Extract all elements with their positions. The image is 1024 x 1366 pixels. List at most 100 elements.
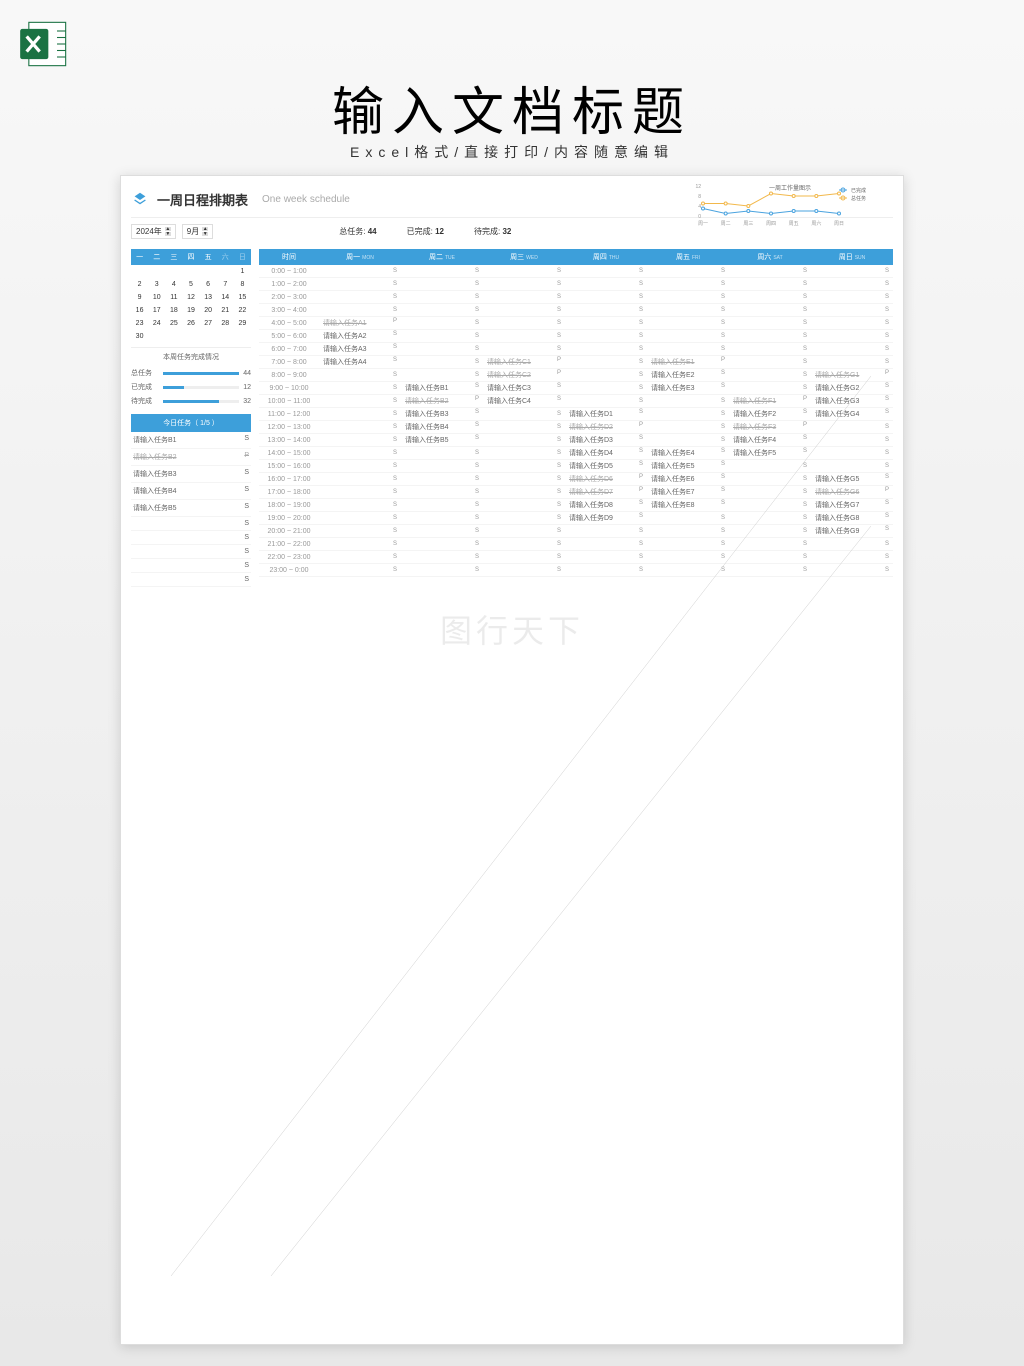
schedule-cell[interactable]: S	[729, 489, 811, 495]
schedule-cell[interactable]: S	[483, 294, 565, 300]
calendar-cell[interactable]: 21	[217, 304, 234, 317]
schedule-cell[interactable]: S	[401, 515, 483, 521]
schedule-cell[interactable]: 请输入任务A2S	[319, 331, 401, 341]
schedule-cell[interactable]: S	[319, 398, 401, 404]
calendar-cell[interactable]: 14	[217, 291, 234, 304]
schedule-cell[interactable]: S	[565, 294, 647, 300]
today-task-row[interactable]: 请输入任务B4S	[131, 483, 251, 500]
spinner-down-icon[interactable]: ▼	[202, 232, 208, 236]
schedule-cell[interactable]: 请输入任务A4S	[319, 357, 401, 367]
schedule-cell[interactable]: S	[729, 554, 811, 560]
schedule-cell[interactable]: 请输入任务E8S	[647, 500, 729, 510]
calendar-cell[interactable]: 18	[165, 304, 182, 317]
calendar-cell[interactable]: 24	[148, 317, 165, 330]
calendar-cell[interactable]: 15	[234, 291, 251, 304]
calendar-cell[interactable]: 10	[148, 291, 165, 304]
schedule-cell[interactable]: 请输入任务B2P	[401, 396, 483, 406]
calendar-cell[interactable]	[217, 330, 234, 343]
schedule-cell[interactable]: S	[401, 476, 483, 482]
calendar-cell[interactable]: 26	[182, 317, 199, 330]
schedule-cell[interactable]: 请输入任务E3S	[647, 383, 729, 393]
today-task-row[interactable]: S	[131, 559, 251, 573]
schedule-cell[interactable]: S	[729, 541, 811, 547]
schedule-cell[interactable]: S	[729, 333, 811, 339]
calendar-cell[interactable]: 4	[165, 278, 182, 291]
schedule-cell[interactable]: S	[729, 320, 811, 326]
schedule-cell[interactable]: S	[319, 411, 401, 417]
schedule-cell[interactable]: 请输入任务D1S	[565, 409, 647, 419]
schedule-cell[interactable]: S	[647, 411, 729, 417]
schedule-cell[interactable]: S	[401, 528, 483, 534]
today-task-row[interactable]: S	[131, 517, 251, 531]
schedule-cell[interactable]: S	[401, 320, 483, 326]
schedule-cell[interactable]: S	[565, 320, 647, 326]
schedule-cell[interactable]: S	[401, 268, 483, 274]
calendar-cell[interactable]	[234, 330, 251, 343]
schedule-cell[interactable]: S	[319, 567, 401, 573]
schedule-cell[interactable]: 请输入任务C2P	[483, 370, 565, 380]
calendar-cell[interactable]	[217, 265, 234, 278]
schedule-cell[interactable]: S	[483, 437, 565, 443]
calendar-cell[interactable]	[148, 330, 165, 343]
calendar-cell[interactable]: 19	[182, 304, 199, 317]
calendar-cell[interactable]: 27	[200, 317, 217, 330]
schedule-cell[interactable]: S	[401, 502, 483, 508]
schedule-cell[interactable]: 请输入任务G4S	[811, 409, 893, 419]
calendar-cell[interactable]: 17	[148, 304, 165, 317]
schedule-cell[interactable]: 请输入任务G8S	[811, 513, 893, 523]
schedule-cell[interactable]: S	[401, 372, 483, 378]
schedule-cell[interactable]: S	[483, 476, 565, 482]
schedule-cell[interactable]: S	[565, 385, 647, 391]
schedule-cell[interactable]: S	[483, 307, 565, 313]
schedule-cell[interactable]: S	[319, 307, 401, 313]
schedule-cell[interactable]: 请输入任务C1P	[483, 357, 565, 367]
calendar-cell[interactable]: 20	[200, 304, 217, 317]
schedule-cell[interactable]: S	[811, 307, 893, 313]
schedule-cell[interactable]: S	[401, 359, 483, 365]
schedule-cell[interactable]: S	[319, 437, 401, 443]
schedule-cell[interactable]: S	[401, 307, 483, 313]
schedule-cell[interactable]: S	[319, 528, 401, 534]
schedule-cell[interactable]: S	[483, 502, 565, 508]
schedule-cell[interactable]: S	[647, 528, 729, 534]
schedule-cell[interactable]: S	[319, 541, 401, 547]
today-task-row[interactable]: 请输入任务B2P	[131, 449, 251, 466]
schedule-cell[interactable]: S	[401, 541, 483, 547]
calendar-cell[interactable]	[182, 330, 199, 343]
calendar-cell[interactable]: 30	[131, 330, 148, 343]
schedule-cell[interactable]: S	[811, 541, 893, 547]
schedule-cell[interactable]: S	[483, 450, 565, 456]
calendar-cell[interactable]: 16	[131, 304, 148, 317]
schedule-cell[interactable]: 请输入任务E7S	[647, 487, 729, 497]
schedule-cell[interactable]: S	[811, 294, 893, 300]
schedule-cell[interactable]: S	[647, 333, 729, 339]
schedule-cell[interactable]: 请输入任务G3S	[811, 396, 893, 406]
schedule-cell[interactable]: S	[729, 346, 811, 352]
schedule-cell[interactable]: 请输入任务C4S	[483, 396, 565, 406]
schedule-cell[interactable]: S	[565, 346, 647, 352]
schedule-cell[interactable]: S	[483, 554, 565, 560]
schedule-cell[interactable]: S	[319, 294, 401, 300]
schedule-cell[interactable]: 请输入任务G7S	[811, 500, 893, 510]
calendar-cell[interactable]: 7	[217, 278, 234, 291]
calendar-cell[interactable]: 1	[234, 265, 251, 278]
calendar-cell[interactable]	[148, 265, 165, 278]
today-task-row[interactable]: 请输入任务B3S	[131, 466, 251, 483]
schedule-cell[interactable]: S	[565, 528, 647, 534]
schedule-cell[interactable]: S	[811, 463, 893, 469]
schedule-cell[interactable]: S	[319, 372, 401, 378]
schedule-cell[interactable]: 请输入任务B4S	[401, 422, 483, 432]
schedule-cell[interactable]: S	[811, 424, 893, 430]
schedule-cell[interactable]: S	[811, 437, 893, 443]
schedule-cell[interactable]: S	[647, 281, 729, 287]
schedule-cell[interactable]: S	[647, 437, 729, 443]
schedule-cell[interactable]: S	[483, 268, 565, 274]
schedule-cell[interactable]: S	[565, 372, 647, 378]
schedule-cell[interactable]: 请输入任务B1S	[401, 383, 483, 393]
schedule-cell[interactable]: S	[811, 450, 893, 456]
calendar-cell[interactable]: 13	[200, 291, 217, 304]
today-task-row[interactable]: 请输入任务B1S	[131, 432, 251, 449]
schedule-cell[interactable]: S	[647, 424, 729, 430]
calendar-cell[interactable]	[131, 265, 148, 278]
schedule-cell[interactable]: S	[483, 424, 565, 430]
